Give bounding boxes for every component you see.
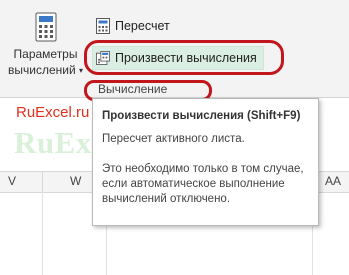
screen-tip: Произвести вычисления (Shift+F9) Пересче… <box>92 98 319 226</box>
column-header-v[interactable]: V <box>8 174 16 188</box>
recalculate-label: Пересчет <box>115 19 170 33</box>
column-separator[interactable] <box>42 172 43 192</box>
column-header-w[interactable]: W <box>70 174 81 188</box>
recalculate-button[interactable]: Пересчет <box>96 18 170 34</box>
calculation-options-label-2: вычислений <box>8 63 76 77</box>
screen-tip-description: Пересчет активного листа. <box>102 133 245 145</box>
brand-text: RuExcel.ru <box>16 104 90 121</box>
screen-tip-note: Это необходимо только в том случае, если… <box>102 163 304 205</box>
grid-line <box>42 192 43 275</box>
calculation-options-button[interactable]: Параметры вычислений ▾ <box>8 8 83 86</box>
highlight-oval-calculate-now <box>84 40 284 75</box>
calculator-icon <box>96 18 110 34</box>
calculation-options-label-1: Параметры <box>13 47 78 61</box>
screen-tip-title: Произвести вычисления (Shift+F9) <box>102 110 301 122</box>
column-header-aa[interactable]: AA <box>325 174 341 188</box>
calculator-icon <box>35 12 56 42</box>
dropdown-caret-icon: ▾ <box>79 65 84 75</box>
